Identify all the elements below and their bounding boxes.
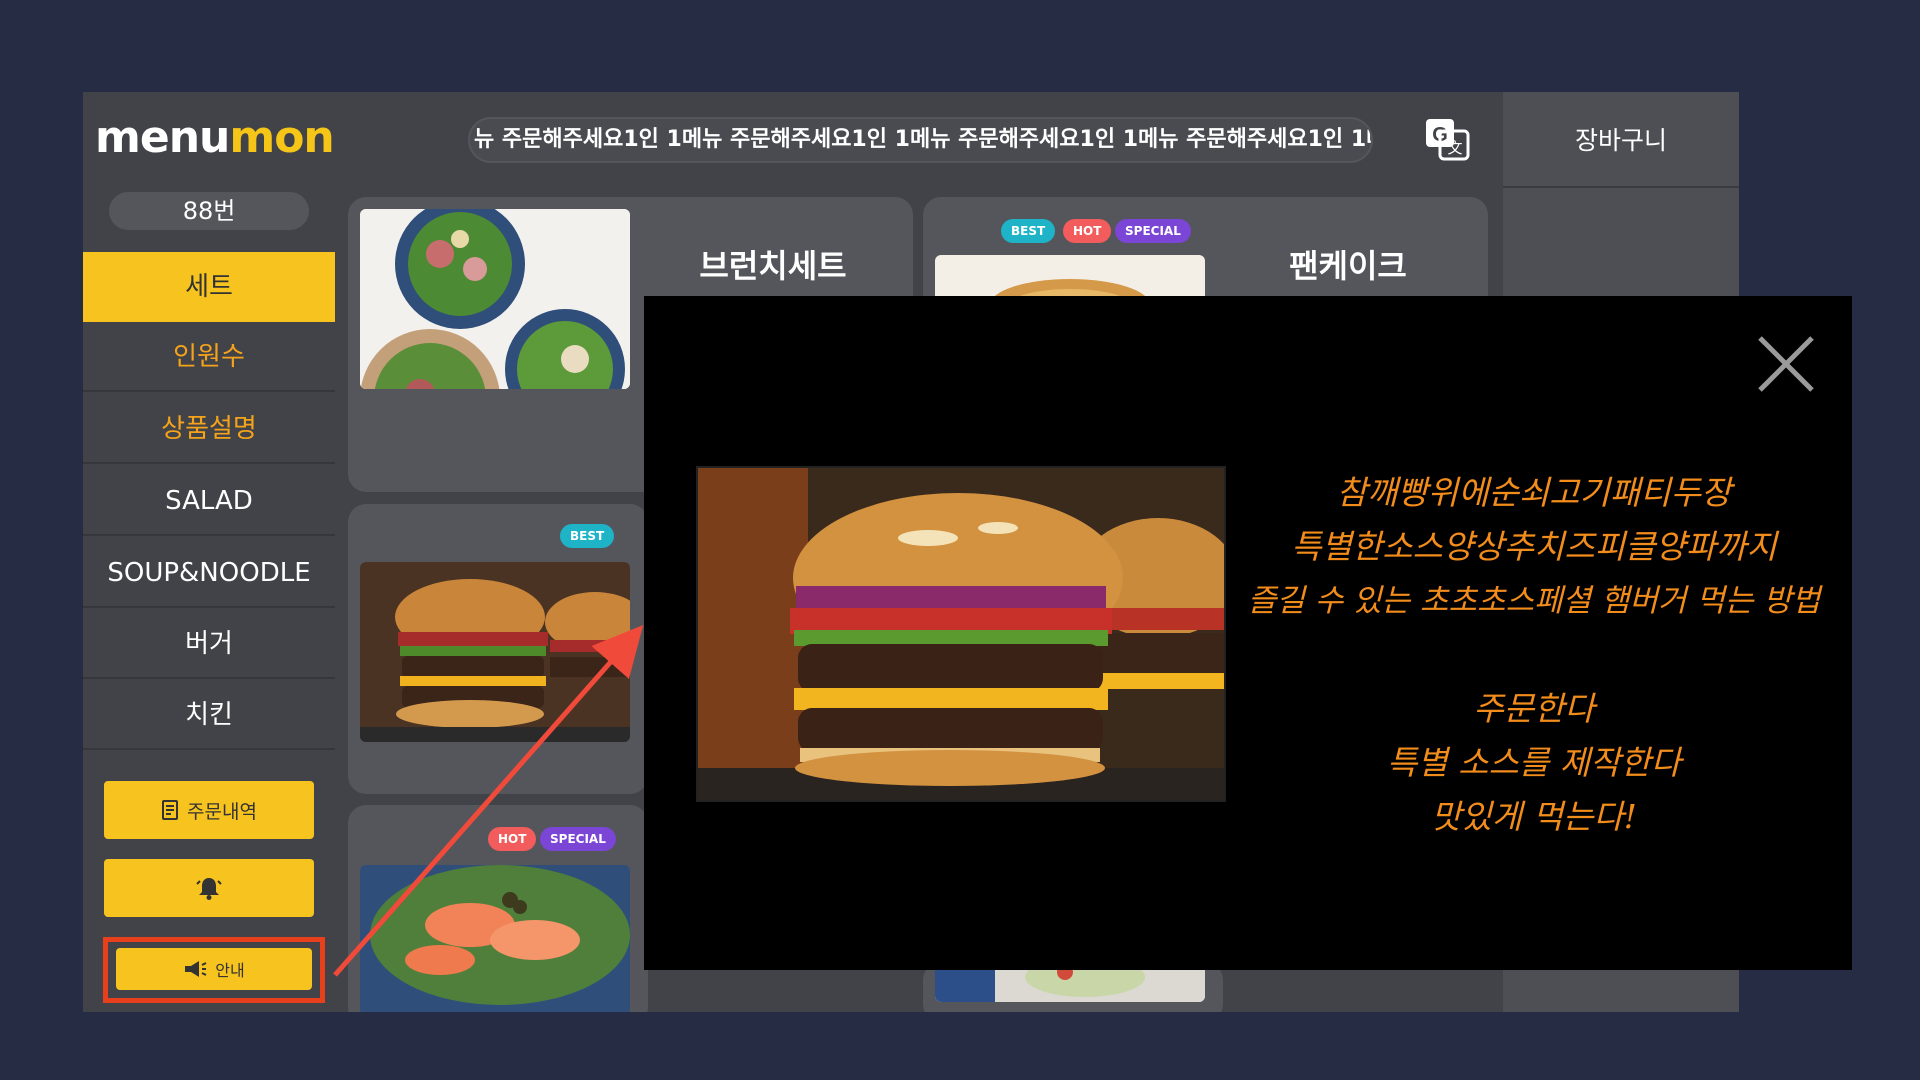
menumon-logo: menumon xyxy=(95,112,335,163)
special-tag: SPECIAL xyxy=(1115,219,1191,243)
guide-step: 맛있게 먹는다! xyxy=(1431,797,1637,836)
menu-card-salmon[interactable]: HOT SPECIAL xyxy=(348,805,648,1012)
sidebar-item-salad[interactable]: SALAD xyxy=(83,466,335,536)
header: menumon 뉴 주문해주세요1인 1메뉴 주문해주세요1인 1메뉴 주문해주… xyxy=(83,92,1503,188)
close-icon[interactable] xyxy=(1756,334,1816,394)
notice-text: 뉴 주문해주세요1인 1메뉴 주문해주세요1인 1메뉴 주문해주세요1인 1메뉴… xyxy=(474,127,1373,152)
best-tag: BEST xyxy=(560,524,615,548)
logo-accent: m xyxy=(229,112,275,163)
sidebar-item-burger[interactable]: 버거 xyxy=(83,609,335,679)
logo-text: menu xyxy=(95,112,230,163)
logo-text-end: on xyxy=(274,112,335,163)
table-number-badge: 88번 xyxy=(109,192,309,230)
sidebar-item-chicken[interactable]: 치킨 xyxy=(83,680,335,750)
burger-thumbnail xyxy=(360,562,630,742)
order-history-button[interactable]: 주문내역 xyxy=(104,781,314,839)
best-tag: BEST xyxy=(1001,219,1056,243)
guide-step: 주문한다 xyxy=(1473,689,1595,728)
guide-button[interactable]: 안내 xyxy=(116,948,312,990)
menu-title-brunch-set: 브런치세트 xyxy=(699,247,847,285)
guide-label: 안내 xyxy=(215,961,245,980)
hot-tag: HOT xyxy=(1063,219,1112,243)
menu-title-pancake: 팬케이크 xyxy=(1289,247,1407,285)
sidebar-item-soup-noodle[interactable]: SOUP&NOODLE xyxy=(83,538,335,608)
cart-button[interactable]: 장바구니 xyxy=(1503,92,1739,188)
burger-photo xyxy=(696,466,1226,802)
hot-tag: HOT xyxy=(488,827,537,851)
receipt-icon xyxy=(162,800,179,820)
salmon-image xyxy=(360,865,630,1012)
menu-card-burger[interactable]: BEST xyxy=(348,504,648,794)
guide-line: 참깨빵위에순쇠고기패티두장 xyxy=(1336,473,1732,512)
order-history-label: 주문내역 xyxy=(187,800,257,823)
cart-label: 장바구니 xyxy=(1574,126,1667,155)
sidebar-item-product-info[interactable]: 상품설명 xyxy=(83,394,335,464)
staff-call-button[interactable] xyxy=(104,859,314,917)
sidebar-item-headcount[interactable]: 인원수 xyxy=(83,322,335,392)
special-tag: SPECIAL xyxy=(540,827,616,851)
guide-description: 참깨빵위에순쇠고기패티두장 특별한소스양상추치즈피클양파까지 즐길 수 있는 초… xyxy=(1244,466,1824,844)
bell-icon xyxy=(196,878,222,900)
guide-line: 특별한소스양상추치즈피클양파까지 xyxy=(1291,527,1777,566)
guide-popup: 참깨빵위에순쇠고기패티두장 특별한소스양상추치즈피클양파까지 즐길 수 있는 초… xyxy=(644,296,1852,970)
guide-step: 특별 소스를 제작한다 xyxy=(1386,743,1682,782)
salad-image xyxy=(360,209,630,389)
guide-line: 즐길 수 있는 초초초스페셜 햄버거 먹는 방법 xyxy=(1247,583,1821,619)
sidebar-item-set[interactable]: 세트 xyxy=(83,252,335,322)
svg-text:文: 文 xyxy=(1447,139,1462,157)
notice-marquee: 뉴 주문해주세요1인 1메뉴 주문해주세요1인 1메뉴 주문해주세요1인 1메뉴… xyxy=(468,117,1373,163)
table-number: 88번 xyxy=(182,197,236,225)
translate-icon[interactable]: G 文 xyxy=(1423,116,1471,162)
megaphone-icon xyxy=(185,961,207,977)
